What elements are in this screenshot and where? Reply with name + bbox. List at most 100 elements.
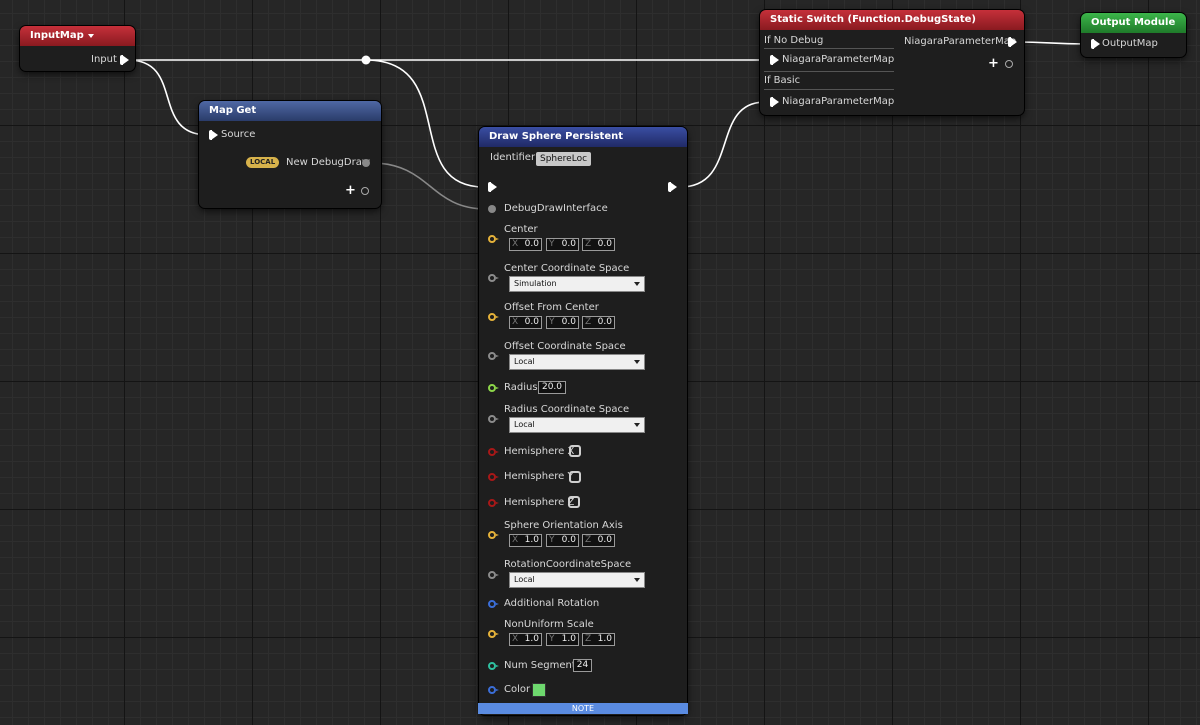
offset-pin[interactable] — [488, 313, 499, 321]
input-map-title: InputMap — [30, 30, 84, 41]
hemi-y-pin[interactable] — [488, 473, 499, 481]
axis-x-label: X — [512, 535, 519, 545]
add-pin-icon[interactable]: + — [988, 57, 999, 70]
color-swatch[interactable] — [532, 683, 546, 697]
center-z-field[interactable]: Z 0.0 — [582, 238, 615, 251]
output-module-title: Output Module — [1091, 17, 1176, 28]
nonuniform-z-field[interactable]: Z 1.0 — [582, 633, 615, 646]
hemi-z-pin[interactable] — [488, 499, 499, 507]
segments-field[interactable]: 24 — [573, 659, 592, 672]
reroute-knot — [361, 55, 371, 65]
wire-draw-to-switch — [679, 101, 766, 188]
color-label: Color — [504, 684, 531, 695]
identifier-input[interactable]: SphereLoc — [536, 152, 592, 166]
additional-rotation-label: Additional Rotation — [504, 598, 600, 609]
wire-reroute-to-draw — [365, 59, 485, 188]
offset-y-value: 0.0 — [561, 317, 576, 327]
radius-field[interactable]: 20.0 — [538, 381, 566, 394]
offset-space-pin[interactable] — [488, 352, 499, 360]
offset-label: Offset From Center — [504, 302, 599, 313]
draw-sphere-header[interactable]: Draw Sphere Persistent — [479, 127, 687, 147]
map-get-node[interactable]: Map Get Source LOCAL New DebugDraw + — [199, 101, 381, 208]
output-map-pin[interactable] — [1091, 39, 1100, 49]
radius-space-label: Radius Coordinate Space — [504, 404, 630, 415]
add-pin-icon[interactable]: + — [345, 184, 356, 197]
offset-space-dropdown[interactable]: Local — [509, 354, 645, 370]
center-space-dropdown[interactable]: Simulation — [509, 276, 645, 292]
hemi-y-checkbox[interactable] — [569, 471, 581, 483]
case1-pin-label: NiagaraParameterMap — [782, 54, 895, 65]
center-z-value: 0.0 — [597, 239, 612, 249]
output-module-header[interactable]: Output Module — [1081, 13, 1186, 33]
center-label: Center — [504, 224, 538, 235]
hemi-x-pin[interactable] — [488, 448, 499, 456]
radius-space-value: Local — [514, 420, 535, 429]
radius-space-dropdown[interactable]: Local — [509, 417, 645, 433]
nonuniform-y-field[interactable]: Y 1.0 — [546, 633, 579, 646]
nonuniform-label: NonUniform Scale — [504, 619, 594, 630]
hemi-x-checkbox[interactable] — [569, 445, 581, 457]
draw-sphere-title: Draw Sphere Persistent — [489, 131, 623, 142]
color-pin[interactable] — [488, 686, 499, 694]
new-debugdraw-pin[interactable] — [362, 159, 370, 167]
source-exec-pin[interactable] — [209, 130, 218, 140]
source-pin-label: Source — [221, 129, 256, 140]
rotation-space-label: RotationCoordinateSpace — [504, 559, 632, 570]
input-exec-pin[interactable] — [120, 55, 129, 65]
axis-y-label: Y — [549, 634, 555, 644]
center-x-field[interactable]: X 0.0 — [509, 238, 542, 251]
nonuniform-pin[interactable] — [488, 630, 499, 638]
wire-input-to-mapget — [127, 59, 209, 136]
axis-x-value: 1.0 — [524, 535, 539, 545]
nonuniform-y-value: 1.0 — [561, 634, 576, 644]
center-space-value: Simulation — [514, 279, 557, 288]
rotation-space-dropdown[interactable]: Local — [509, 572, 645, 588]
debug-interface-label: DebugDrawInterface — [504, 203, 608, 214]
segments-value: 24 — [576, 660, 589, 670]
axis-pin[interactable] — [488, 531, 499, 539]
static-switch-header[interactable]: Static Switch (Function.DebugState) — [760, 10, 1024, 30]
input-map-header[interactable]: InputMap — [20, 26, 135, 46]
radius-pin[interactable] — [488, 384, 499, 392]
add-pin-ring-icon[interactable] — [1005, 60, 1013, 68]
axis-y-field[interactable]: Y 0.0 — [546, 534, 579, 547]
rotation-space-pin[interactable] — [488, 571, 499, 579]
axis-y-label: Y — [549, 317, 555, 327]
output-module-node[interactable]: Output Module OutputMap — [1081, 13, 1186, 57]
axis-x-field[interactable]: X 1.0 — [509, 534, 542, 547]
case2-divider — [764, 89, 894, 90]
offset-z-field[interactable]: Z 0.0 — [582, 316, 615, 329]
offset-y-field[interactable]: Y 0.0 — [546, 316, 579, 329]
case1-divider — [764, 48, 894, 49]
center-space-pin[interactable] — [488, 274, 499, 282]
dropdown-arrow-icon — [634, 282, 640, 286]
debug-interface-pin[interactable] — [488, 205, 496, 213]
offset-z-value: 0.0 — [597, 317, 612, 327]
static-switch-node[interactable]: Static Switch (Function.DebugState) If N… — [760, 10, 1024, 115]
draw-exec-in-pin[interactable] — [488, 182, 497, 192]
case1-pin[interactable] — [770, 55, 779, 65]
switch-output-pin[interactable] — [1008, 37, 1017, 47]
local-badge: LOCAL — [246, 157, 280, 168]
hemi-z-checkbox[interactable] — [568, 496, 580, 508]
note-bar[interactable]: NOTE — [478, 703, 688, 714]
axis-label: Sphere Orientation Axis — [504, 520, 623, 531]
draw-exec-out-pin[interactable] — [668, 182, 677, 192]
axis-z-field[interactable]: Z 0.0 — [582, 534, 615, 547]
map-get-header[interactable]: Map Get — [199, 101, 381, 121]
center-pin[interactable] — [488, 235, 499, 243]
center-y-field[interactable]: Y 0.0 — [546, 238, 579, 251]
offset-x-field[interactable]: X 0.0 — [509, 316, 542, 329]
chevron-down-icon[interactable] — [88, 34, 94, 38]
add-pin-ring-icon[interactable] — [361, 187, 369, 195]
case2-pin[interactable] — [770, 97, 779, 107]
additional-rotation-pin[interactable] — [488, 600, 499, 608]
nonuniform-x-field[interactable]: X 1.0 — [509, 633, 542, 646]
rotation-space-value: Local — [514, 575, 535, 584]
hemi-y-label: Hemisphere Y — [504, 471, 574, 482]
offset-space-value: Local — [514, 357, 535, 366]
radius-space-pin[interactable] — [488, 415, 499, 423]
axis-z-value: 0.0 — [597, 535, 612, 545]
segments-pin[interactable] — [488, 662, 499, 670]
input-map-node[interactable]: InputMap Input — [20, 26, 135, 71]
